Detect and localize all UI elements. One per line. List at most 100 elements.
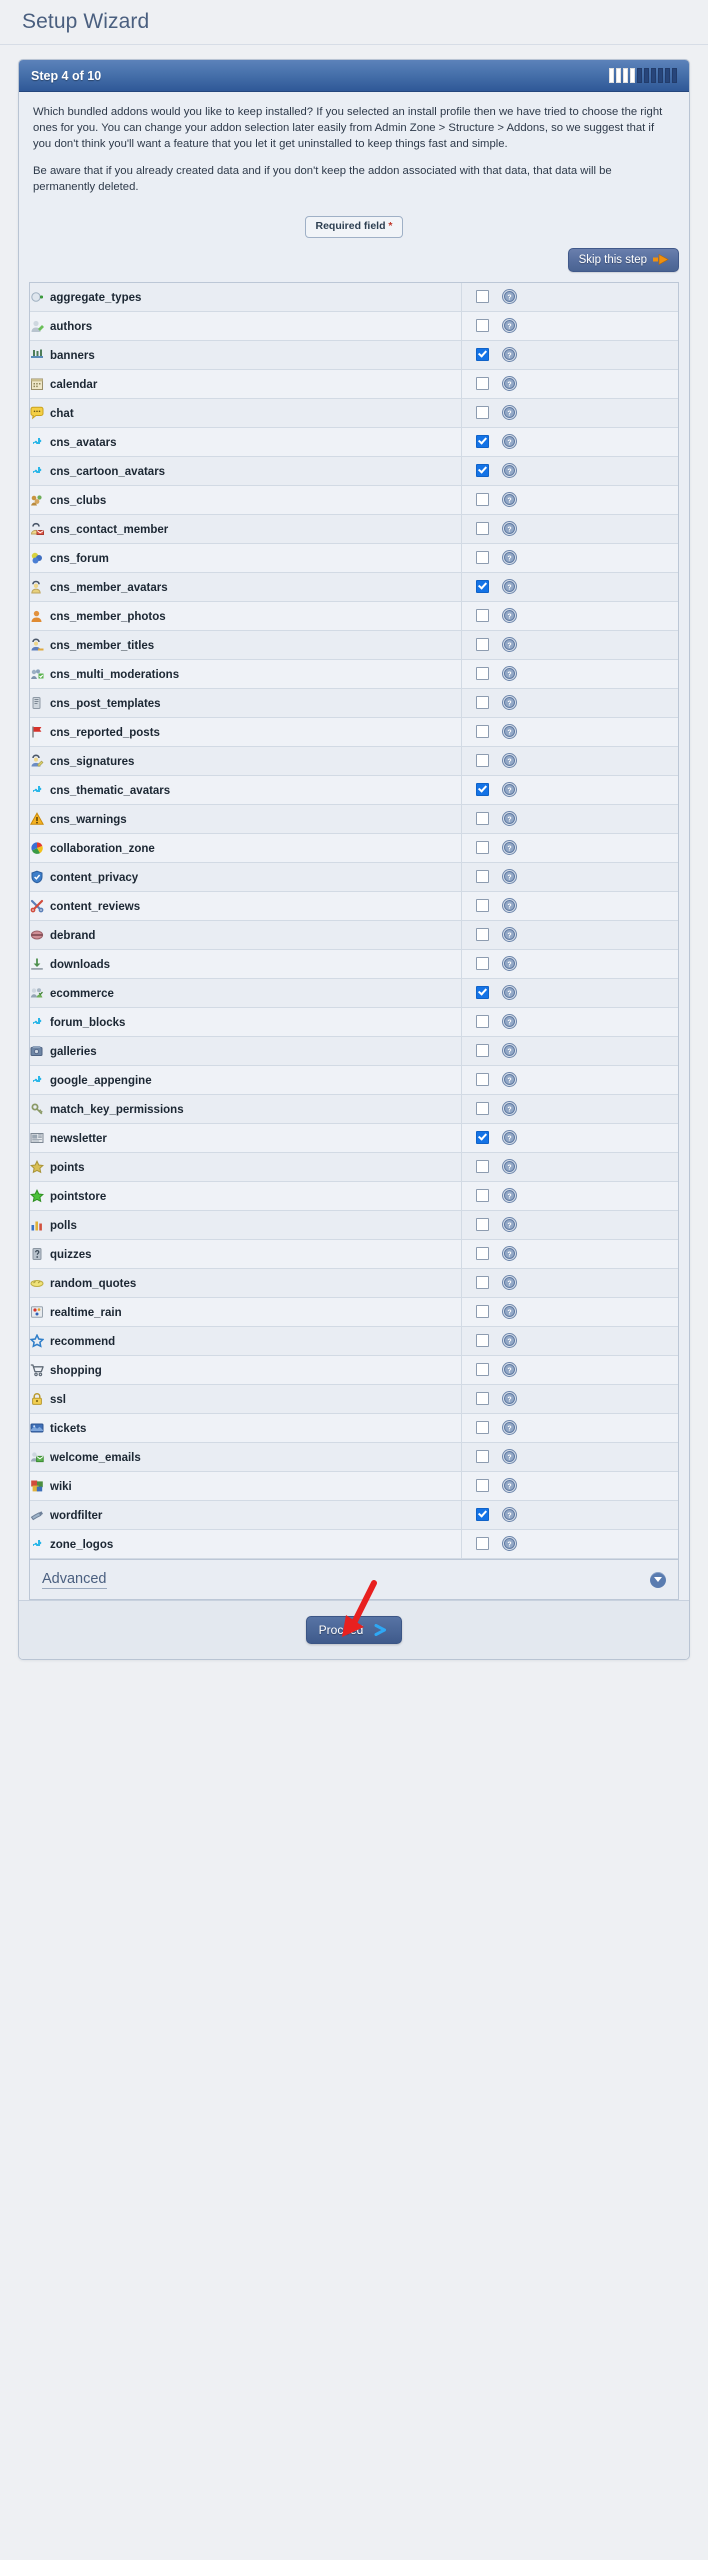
addon-checkbox[interactable] [475, 377, 489, 391]
help-question-icon[interactable]: ? [502, 1420, 517, 1436]
help-question-icon[interactable]: ? [502, 869, 517, 885]
addon-checkbox[interactable] [475, 957, 489, 971]
help-question-icon[interactable]: ? [502, 1333, 517, 1349]
help-question-icon[interactable]: ? [502, 1043, 517, 1059]
help-question-icon[interactable]: ? [502, 1304, 517, 1320]
help-question-icon[interactable]: ? [502, 1507, 517, 1523]
help-question-icon[interactable]: ? [502, 1130, 517, 1146]
help-question-icon[interactable]: ? [502, 347, 517, 363]
addon-name-label: realtime_rain [50, 1307, 122, 1320]
help-question-icon[interactable]: ? [502, 898, 517, 914]
addon-checkbox[interactable] [475, 464, 489, 478]
addon-checkbox[interactable] [475, 1508, 489, 1522]
help-question-icon[interactable]: ? [502, 608, 517, 624]
addon-checkbox[interactable] [475, 1479, 489, 1493]
addon-checkbox[interactable] [475, 812, 489, 826]
help-question-icon[interactable]: ? [502, 753, 517, 769]
svg-text:?: ? [507, 1339, 511, 1346]
help-question-icon[interactable]: ? [502, 1072, 517, 1088]
addon-checkbox[interactable] [475, 609, 489, 623]
addon-checkbox[interactable] [475, 638, 489, 652]
help-question-icon[interactable]: ? [502, 463, 517, 479]
help-question-icon[interactable]: ? [502, 1536, 517, 1552]
addon-name-cell: content_reviews [30, 891, 462, 922]
help-question-icon[interactable]: ? [502, 1101, 517, 1117]
addon-checkbox[interactable] [475, 1044, 489, 1058]
help-question-icon[interactable]: ? [502, 985, 517, 1001]
addon-checkbox[interactable] [475, 406, 489, 420]
addon-checkbox[interactable] [475, 1363, 489, 1377]
addon-checkbox[interactable] [475, 551, 489, 565]
addon-checkbox[interactable] [475, 870, 489, 884]
addon-checkbox[interactable] [475, 348, 489, 362]
addon-checkbox[interactable] [475, 522, 489, 536]
addon-checkbox[interactable] [475, 1305, 489, 1319]
help-question-icon[interactable]: ? [502, 579, 517, 595]
advanced-section-row[interactable]: Advanced [29, 1560, 679, 1601]
help-question-icon[interactable]: ? [502, 1478, 517, 1494]
addon-checkbox[interactable] [475, 290, 489, 304]
addon-checkbox[interactable] [475, 1073, 489, 1087]
help-question-icon[interactable]: ? [502, 782, 517, 798]
addon-checkbox[interactable] [475, 783, 489, 797]
addon-checkbox[interactable] [475, 319, 489, 333]
addon-checkbox[interactable] [475, 1392, 489, 1406]
help-question-icon[interactable]: ? [502, 666, 517, 682]
help-question-icon[interactable]: ? [502, 318, 517, 334]
addon-checkbox[interactable] [475, 493, 489, 507]
addon-checkbox[interactable] [475, 580, 489, 594]
help-question-icon[interactable]: ? [502, 1246, 517, 1262]
help-question-icon[interactable]: ? [502, 405, 517, 421]
addon-checkbox[interactable] [475, 1131, 489, 1145]
addon-checkbox[interactable] [475, 754, 489, 768]
help-question-icon[interactable]: ? [502, 376, 517, 392]
addon-checkbox[interactable] [475, 928, 489, 942]
help-question-icon[interactable]: ? [502, 1449, 517, 1465]
help-question-icon[interactable]: ? [502, 1275, 517, 1291]
addon-checkbox[interactable] [475, 1276, 489, 1290]
addon-checkbox[interactable] [475, 1537, 489, 1551]
addon-checkbox[interactable] [475, 667, 489, 681]
proceed-button[interactable]: Proceed [305, 1616, 403, 1645]
addons-table: aggregate_types? authors? banners? calendar… [30, 282, 678, 1560]
addon-checkbox[interactable] [475, 1247, 489, 1261]
step-indicator-label: Step 4 of 10 [31, 68, 102, 83]
addon-checkbox[interactable] [475, 986, 489, 1000]
help-question-icon[interactable]: ? [502, 1014, 517, 1030]
addon-checkbox[interactable] [475, 1160, 489, 1174]
chevron-down-icon[interactable] [650, 1571, 666, 1588]
help-question-icon[interactable]: ? [502, 1391, 517, 1407]
help-question-icon[interactable]: ? [502, 927, 517, 943]
addon-help-cell: ? [502, 1384, 678, 1415]
addon-checkbox[interactable] [475, 1102, 489, 1116]
help-question-icon[interactable]: ? [502, 695, 517, 711]
addon-checkbox[interactable] [475, 1421, 489, 1435]
help-question-icon[interactable]: ? [502, 811, 517, 827]
help-question-icon[interactable]: ? [502, 724, 517, 740]
help-question-icon[interactable]: ? [502, 1217, 517, 1233]
addon-checkbox[interactable] [475, 841, 489, 855]
addon-checkbox[interactable] [475, 1450, 489, 1464]
addon-checkbox[interactable] [475, 1015, 489, 1029]
help-question-icon[interactable]: ? [502, 1188, 517, 1204]
help-question-icon[interactable]: ? [502, 840, 517, 856]
help-question-icon[interactable]: ? [502, 434, 517, 450]
help-question-icon[interactable]: ? [502, 1362, 517, 1378]
required-field-button[interactable]: Required field * [305, 216, 403, 238]
addon-checkbox[interactable] [475, 1189, 489, 1203]
help-question-icon[interactable]: ? [502, 1159, 517, 1175]
help-question-icon[interactable]: ? [502, 550, 517, 566]
help-question-icon[interactable]: ? [502, 637, 517, 653]
help-question-icon[interactable]: ? [502, 492, 517, 508]
advanced-label[interactable]: Advanced [42, 1570, 107, 1590]
help-question-icon[interactable]: ? [502, 521, 517, 537]
addon-checkbox[interactable] [475, 725, 489, 739]
addon-checkbox[interactable] [475, 435, 489, 449]
skip-this-step-button[interactable]: Skip this step [567, 247, 679, 272]
help-question-icon[interactable]: ? [502, 289, 517, 305]
addon-checkbox[interactable] [475, 1334, 489, 1348]
addon-checkbox[interactable] [475, 696, 489, 710]
addon-checkbox[interactable] [475, 899, 489, 913]
help-question-icon[interactable]: ? [502, 956, 517, 972]
addon-checkbox[interactable] [475, 1218, 489, 1232]
